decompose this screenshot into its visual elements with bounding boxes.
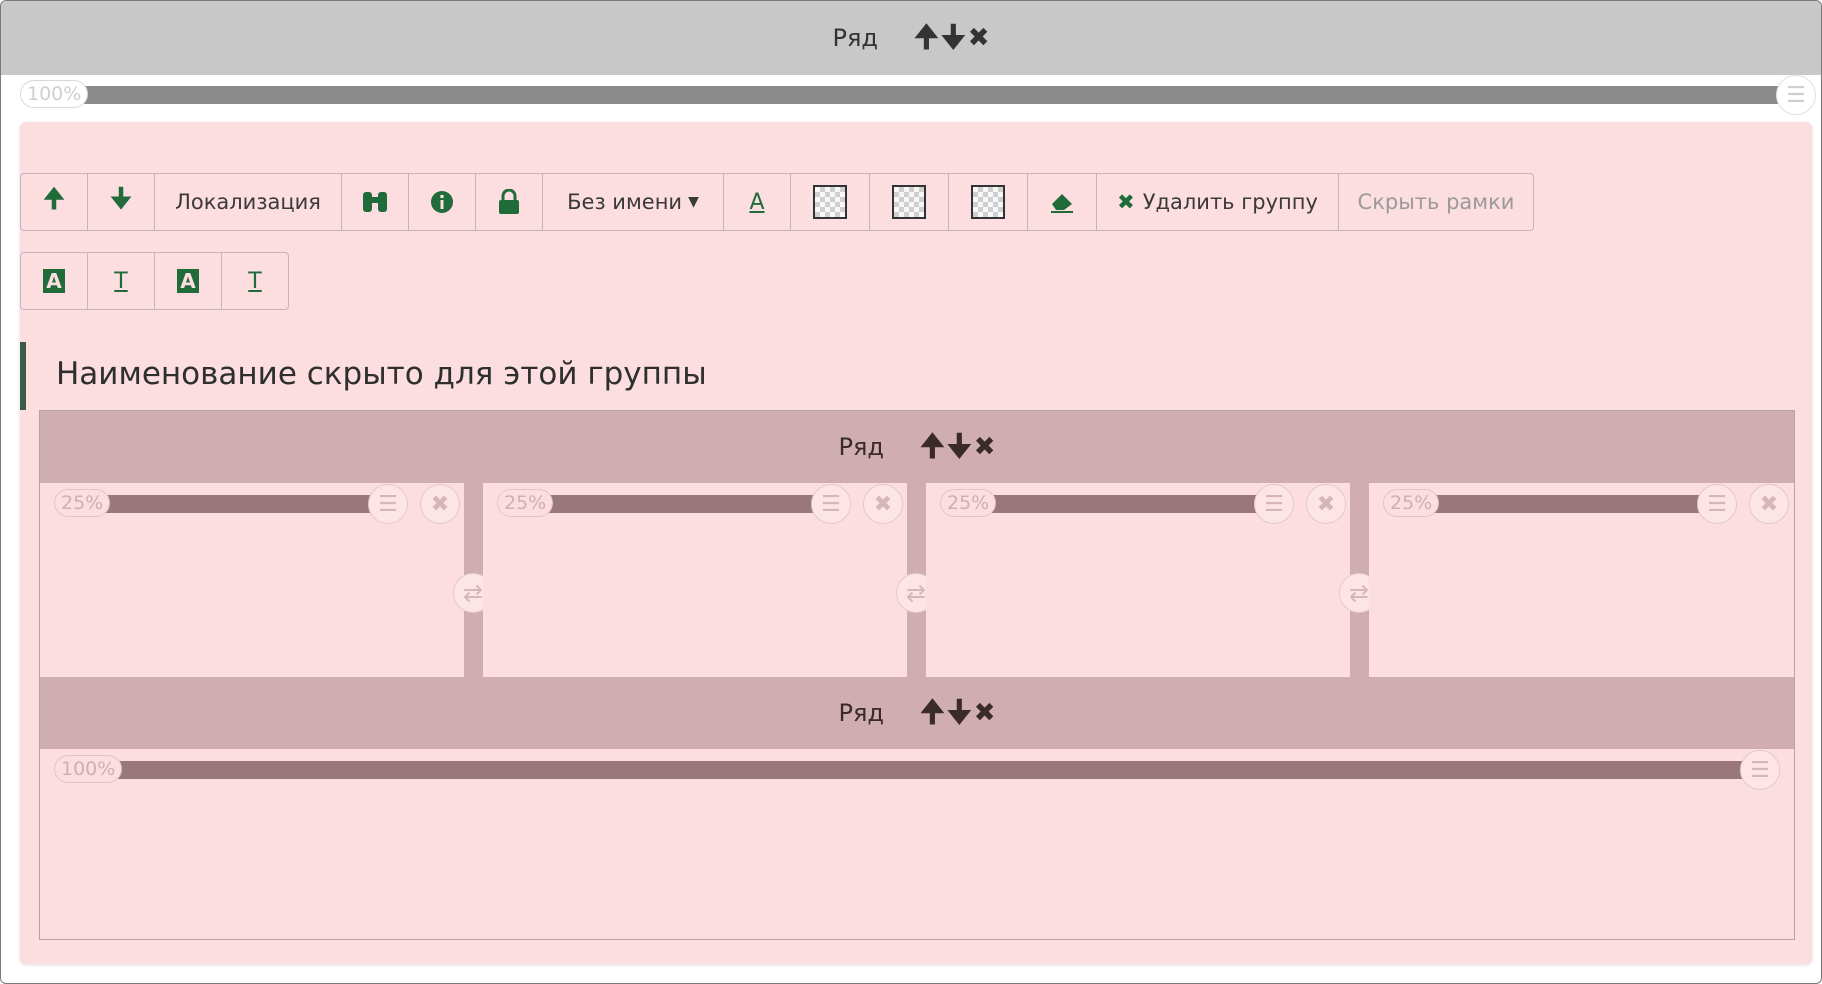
- move-down-icon[interactable]: 🠋: [941, 23, 966, 53]
- editor-frame: Ряд 🠉 🠋 ✖ 100% ☰ 🠉 🠋 Локализация Без име…: [0, 0, 1822, 984]
- caret-down-icon: ▼: [688, 194, 699, 210]
- columns-row: 25% ☰ ✖ ⇄ 25% ☰ ✖ ⇄ 25% ☰ ✖ ⇄ 25% ☰ ✖: [40, 483, 1794, 677]
- row-label: Ряд: [832, 24, 879, 52]
- settings-list-icon[interactable]: ☰: [811, 484, 851, 524]
- checkerboard-icon: [813, 185, 847, 219]
- content-color-icon: A: [177, 269, 199, 293]
- close-icon[interactable]: ✖: [974, 700, 996, 726]
- group-title-block: Наименование скрыто для этой группы: [20, 342, 707, 410]
- localization-label: Локализация: [175, 190, 321, 214]
- binoculars-icon: [363, 192, 387, 212]
- group-container: 🠉 🠋 Локализация Без имени ▼ A ✖ Удалить …: [20, 122, 1812, 964]
- column-width-bar[interactable]: [50, 86, 1780, 104]
- settings-list-icon[interactable]: ☰: [1254, 484, 1294, 524]
- close-icon[interactable]: ✖: [974, 434, 996, 460]
- move-down-icon[interactable]: 🠋: [947, 698, 972, 728]
- outer-row-header: Ряд 🠉 🠋 ✖: [1, 1, 1821, 75]
- checkerboard-icon: [971, 185, 1005, 219]
- name-dropdown-label: Без имени: [567, 190, 683, 214]
- column-width-bar[interactable]: [970, 495, 1278, 513]
- column-width-label: 100%: [54, 755, 123, 783]
- column-width-bar[interactable]: [84, 761, 1744, 779]
- eraser-button[interactable]: [1027, 173, 1097, 231]
- column-bar: 25% ☰ ✖: [54, 484, 460, 524]
- remove-column-icon[interactable]: ✖: [863, 484, 903, 524]
- info-icon: [431, 191, 453, 213]
- frame-transparent-button[interactable]: [948, 173, 1028, 231]
- row-controls: 🠉 🠋 ✖: [920, 432, 995, 462]
- row-controls: 🠉 🠋 ✖: [920, 698, 995, 728]
- settings-list-icon[interactable]: ☰: [368, 484, 408, 524]
- column-width-label: 25%: [940, 489, 997, 517]
- outer-column-bar: 100% ☰: [20, 75, 1816, 115]
- border-transparent-button[interactable]: [869, 173, 949, 231]
- row-label: Ряд: [838, 433, 885, 461]
- group-toolbar: 🠉 🠋 Локализация Без имени ▼ A ✖ Удалить …: [20, 173, 1534, 231]
- delete-group-button[interactable]: ✖ Удалить группу: [1096, 173, 1339, 231]
- text-underline-icon: T: [248, 268, 262, 294]
- column-width-label: 100%: [20, 80, 89, 108]
- remove-column-icon[interactable]: ✖: [1306, 484, 1346, 524]
- column-width-bar[interactable]: [84, 495, 392, 513]
- localization-button[interactable]: Локализация: [154, 173, 342, 231]
- title-color-icon: A: [43, 269, 65, 293]
- title-text-button[interactable]: T: [87, 252, 155, 310]
- column-width-bar[interactable]: [527, 495, 835, 513]
- hide-frames-button[interactable]: Скрыть рамки: [1338, 173, 1534, 231]
- find-button[interactable]: [341, 173, 409, 231]
- settings-list-icon[interactable]: ☰: [1776, 75, 1816, 115]
- move-down-button[interactable]: 🠋: [87, 173, 155, 231]
- move-up-icon[interactable]: 🠉: [920, 698, 945, 728]
- group-content: Ряд 🠉 🠋 ✖ 25% ☰ ✖ ⇄ 25% ☰ ✖ ⇄ 25% ☰ ✖ ⇄ …: [39, 410, 1795, 940]
- text-underline-icon: T: [114, 268, 128, 294]
- eraser-icon: [1051, 194, 1073, 213]
- inner-row-header-2: Ряд 🠉 🠋 ✖: [40, 677, 1794, 749]
- remove-column-icon[interactable]: ✖: [420, 484, 460, 524]
- info-button[interactable]: [408, 173, 476, 231]
- column-width-bar[interactable]: [1413, 495, 1721, 513]
- full-width-column: 100% ☰: [40, 749, 1794, 939]
- move-up-button[interactable]: 🠉: [20, 173, 88, 231]
- inner-row-header: Ряд 🠉 🠋 ✖: [40, 411, 1794, 483]
- group-title: Наименование скрыто для этой группы: [56, 356, 707, 392]
- hide-frames-label: Скрыть рамки: [1357, 190, 1515, 214]
- remove-column-icon[interactable]: ✖: [1749, 484, 1789, 524]
- lock-button[interactable]: [475, 173, 543, 231]
- text-color-icon: A: [749, 189, 765, 215]
- column-1: 25% ☰ ✖: [40, 483, 464, 677]
- column-2: 25% ☰ ✖: [483, 483, 907, 677]
- lock-icon: [499, 189, 519, 214]
- row-controls: 🠉 🠋 ✖: [914, 23, 989, 53]
- column-4: 25% ☰ ✖: [1369, 483, 1794, 677]
- move-down-icon[interactable]: 🠋: [947, 432, 972, 462]
- text-style-toolbar: A T A T: [20, 252, 289, 310]
- column-width-label: 25%: [54, 489, 111, 517]
- content-color-button[interactable]: A: [154, 252, 222, 310]
- row-label: Ряд: [838, 699, 885, 727]
- move-up-icon[interactable]: 🠉: [914, 23, 939, 53]
- column-bar: 100% ☰: [54, 750, 1780, 790]
- content-text-button[interactable]: T: [221, 252, 289, 310]
- column-bar: 25% ☰ ✖: [940, 484, 1346, 524]
- title-color-button[interactable]: A: [20, 252, 88, 310]
- settings-list-icon[interactable]: ☰: [1697, 484, 1737, 524]
- delete-group-label: Удалить группу: [1142, 190, 1318, 214]
- column-bar: 25% ☰ ✖: [497, 484, 903, 524]
- close-icon: ✖: [1117, 190, 1135, 214]
- settings-list-icon[interactable]: ☰: [1740, 750, 1780, 790]
- column-width-label: 25%: [1383, 489, 1440, 517]
- checkerboard-icon: [892, 185, 926, 219]
- background-transparent-button[interactable]: [790, 173, 870, 231]
- text-color-button[interactable]: A: [723, 173, 791, 231]
- name-dropdown[interactable]: Без имени ▼: [542, 173, 724, 231]
- move-up-icon[interactable]: 🠉: [920, 432, 945, 462]
- column-bar: 25% ☰ ✖: [1383, 484, 1789, 524]
- column-3: 25% ☰ ✖: [926, 483, 1350, 677]
- column-width-label: 25%: [497, 489, 554, 517]
- close-icon[interactable]: ✖: [968, 25, 990, 51]
